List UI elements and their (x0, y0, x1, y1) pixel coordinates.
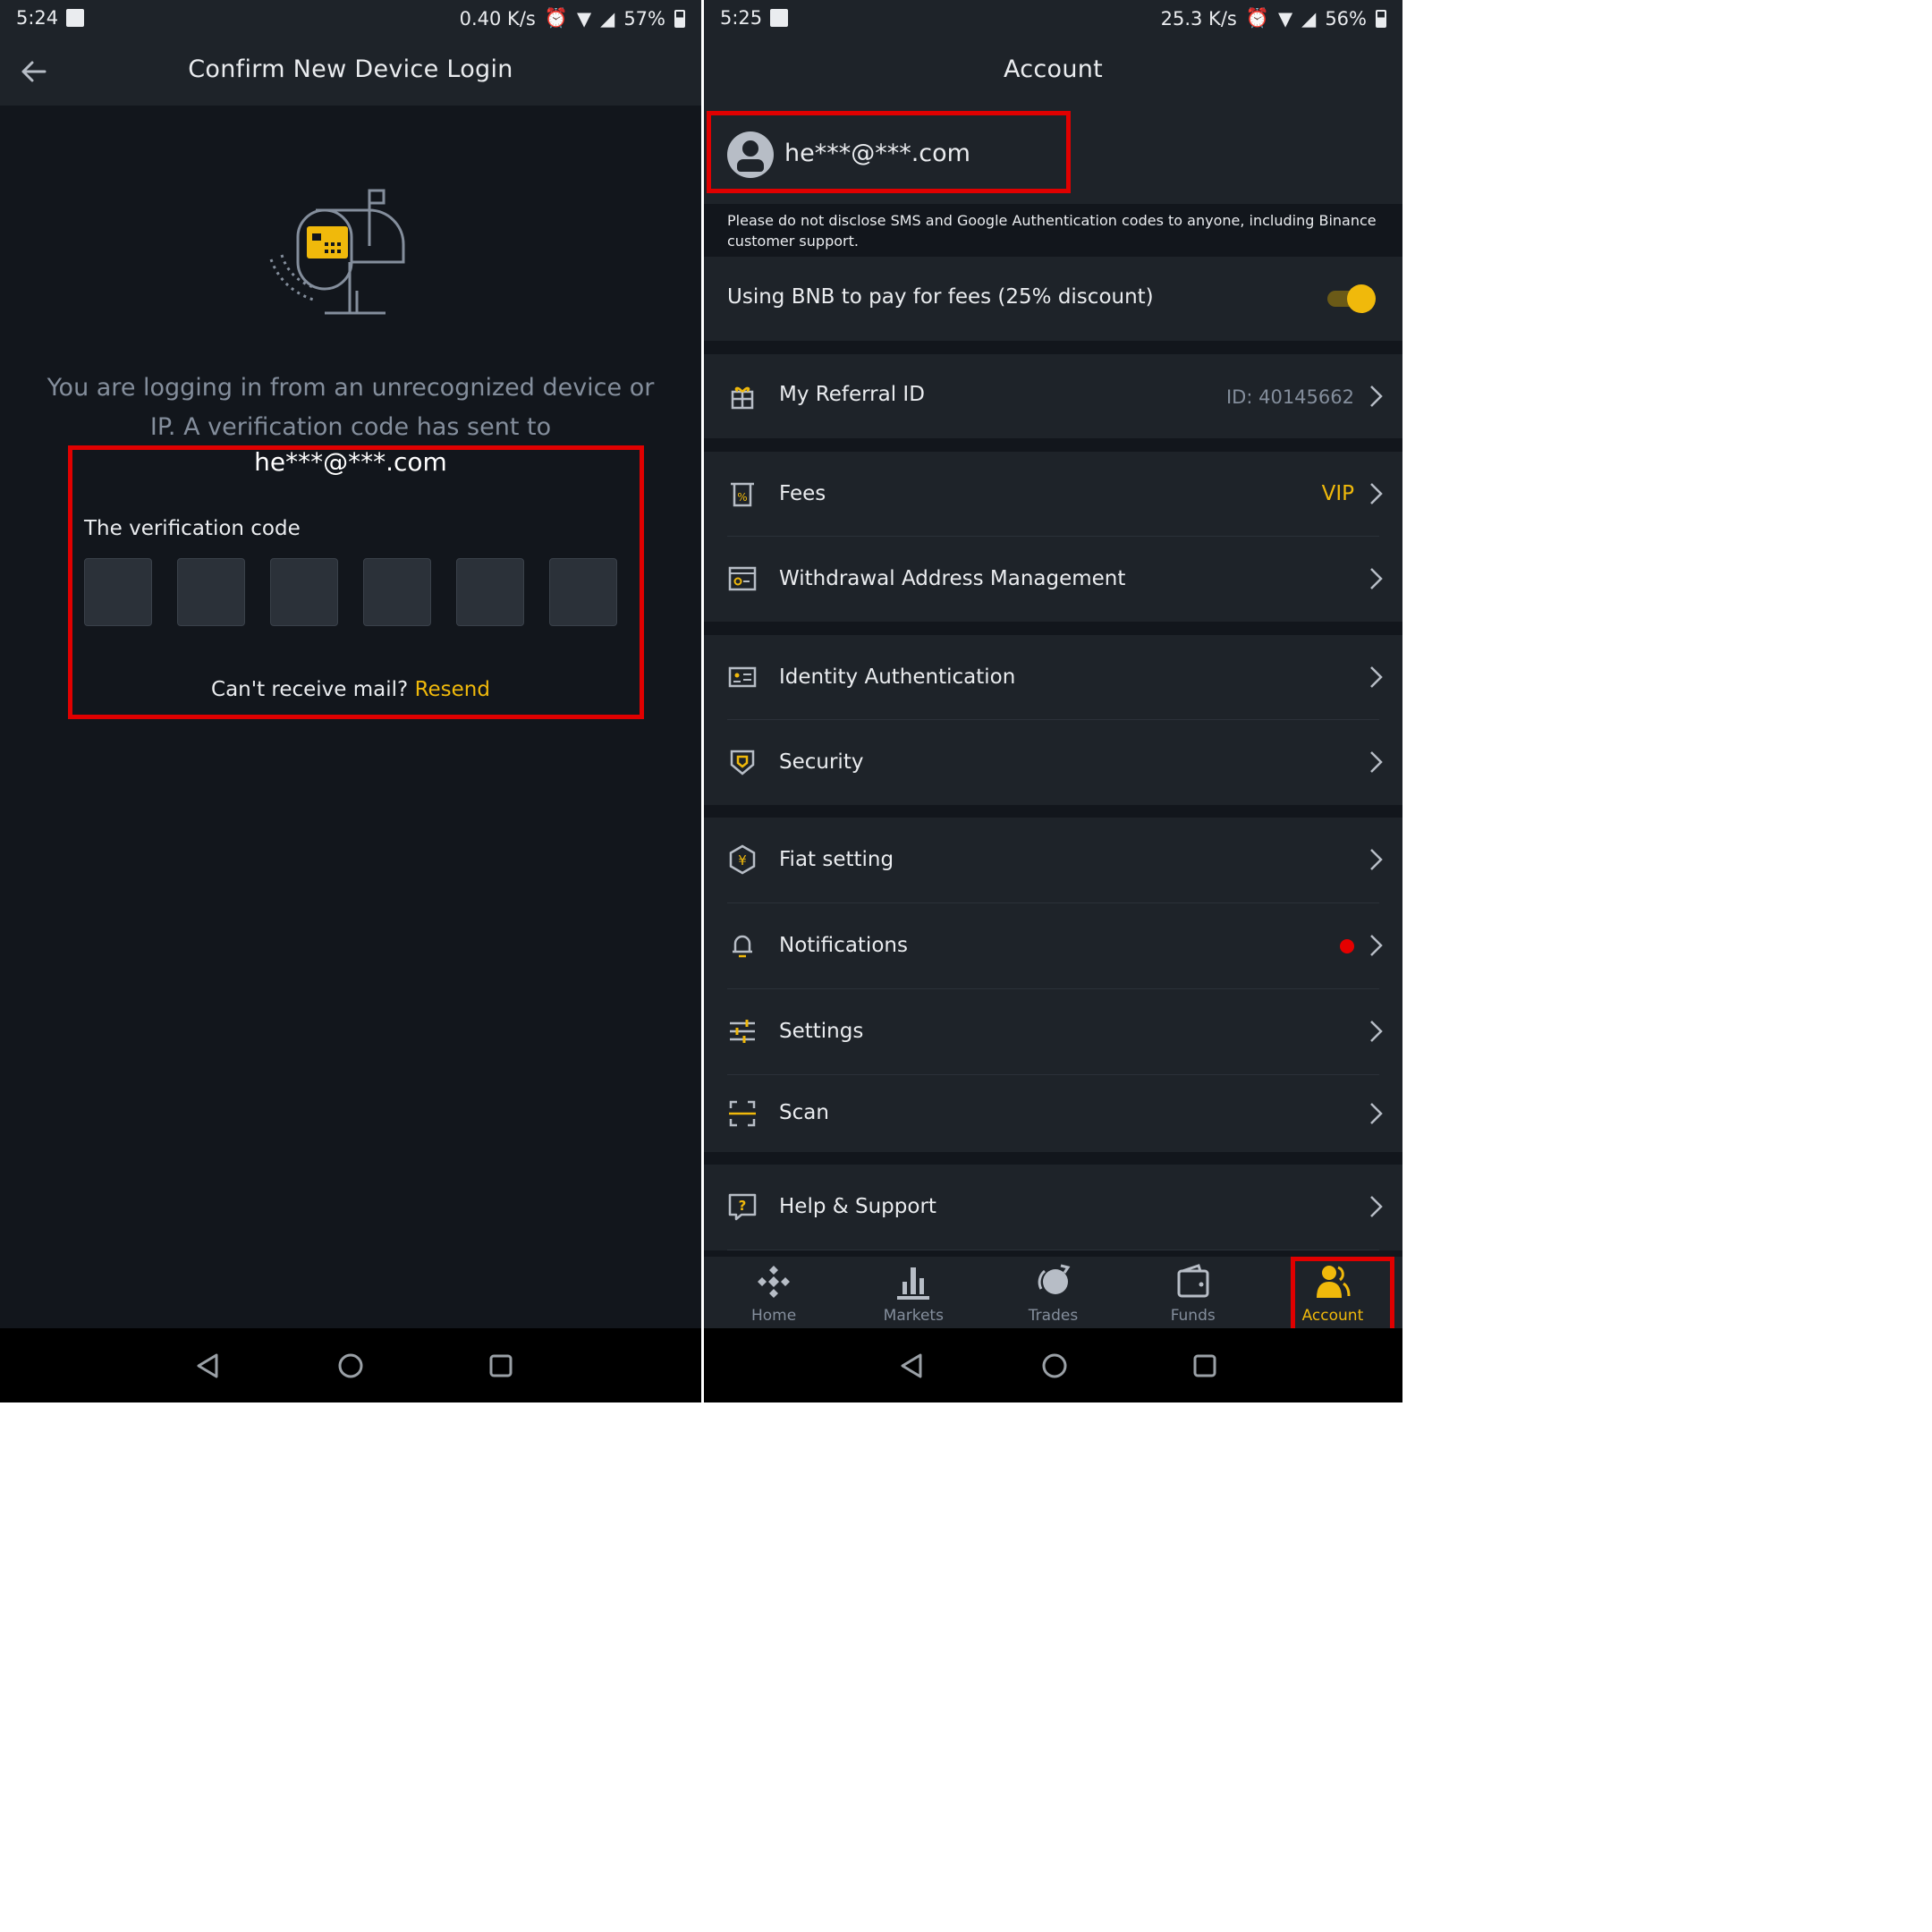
chevron-right-icon (1370, 1103, 1383, 1124)
alarm-icon: ⏰ (1245, 7, 1269, 29)
page-title: Confirm New Device Login (188, 55, 513, 83)
tab-label: Trades (1028, 1307, 1079, 1325)
chevron-right-icon (1370, 666, 1383, 688)
gallery-notification-icon (66, 9, 84, 27)
page-title: Account (1003, 55, 1104, 83)
menu-label: Help & Support (779, 1195, 936, 1218)
signal-icon: ◢ (1301, 7, 1317, 30)
menu-label: My Referral ID (779, 383, 925, 406)
shield-icon (730, 750, 755, 775)
tab-label: Home (751, 1307, 797, 1325)
battery-percent: 56% (1325, 7, 1367, 30)
bnb-fee-label: Using BNB to pay for fees (25% discount) (727, 285, 1154, 309)
home-icon (758, 1266, 791, 1298)
battery-icon (1376, 9, 1386, 28)
chevron-right-icon (1370, 483, 1383, 504)
referral-id-value: ID: 40145662 (1225, 386, 1354, 408)
security-warning: Please do not disclose SMS and Google Au… (704, 204, 1402, 257)
yen-hexagon-icon: ¥ (729, 844, 756, 875)
tab-trades[interactable]: Trades (983, 1257, 1123, 1328)
status-time: 5:25 (720, 7, 763, 29)
menu-item-fees[interactable]: % Fees VIP (704, 452, 1402, 537)
chevron-right-icon (1370, 751, 1383, 773)
app-header: Account (704, 36, 1402, 106)
nav-home-icon[interactable] (1038, 1350, 1071, 1382)
nav-back-icon[interactable] (895, 1350, 928, 1382)
chevron-right-icon (1370, 935, 1383, 956)
trades-icon (1038, 1264, 1070, 1294)
help-icon: ? (728, 1193, 757, 1221)
menu-item-security[interactable]: Security (704, 720, 1402, 805)
menu-item-fiat[interactable]: ¥ Fiat setting (704, 818, 1402, 903)
tab-label: Funds (1170, 1307, 1216, 1325)
confirm-login-screen: 5:24 0.40 K/s ⏰ ▼ ◢ 57% Confirm New Devi… (0, 0, 701, 1402)
highlight-box (707, 111, 1071, 193)
alarm-icon: ⏰ (544, 7, 568, 29)
menu-label: Scan (779, 1101, 829, 1124)
chevron-right-icon (1370, 568, 1383, 589)
unread-dot (1340, 939, 1354, 953)
menu-item-withdrawal-address[interactable]: Withdrawal Address Management (704, 537, 1402, 622)
chevron-right-icon (1370, 849, 1383, 870)
menu-item-settings[interactable]: Settings (704, 989, 1402, 1075)
signal-icon: ◢ (600, 7, 615, 30)
svg-text:%: % (737, 491, 747, 504)
highlight-box (1291, 1257, 1394, 1337)
nav-recents-icon[interactable] (1189, 1350, 1221, 1382)
id-card-icon (728, 666, 757, 688)
bnb-fee-toggle[interactable] (1327, 284, 1376, 313)
menu-label: Fees (779, 482, 826, 505)
menu-label: Security (779, 750, 864, 774)
menu-label: Identity Authentication (779, 665, 1016, 689)
menu-item-referral[interactable]: My Referral ID ID: 40145662 (704, 354, 1402, 438)
nav-back-icon[interactable] (191, 1350, 224, 1382)
unrecognized-device-message: You are logging in from an unrecognized … (47, 374, 655, 441)
address-book-icon (728, 566, 757, 591)
system-nav-bar (704, 1328, 1402, 1402)
menu-label: Settings (779, 1020, 864, 1043)
menu-item-notifications[interactable]: Notifications (704, 903, 1402, 989)
mailbox-icon (269, 189, 405, 315)
wifi-icon: ▼ (577, 7, 592, 30)
menu-item-help[interactable]: ? Help & Support (704, 1165, 1402, 1250)
chevron-right-icon (1370, 1021, 1383, 1042)
menu-label: Notifications (779, 934, 908, 957)
gift-icon (731, 386, 754, 410)
chevron-right-icon (1370, 386, 1383, 407)
menu-item-scan[interactable]: Scan (704, 1075, 1402, 1152)
tab-label: Markets (883, 1307, 944, 1325)
menu-label: Fiat setting (779, 848, 894, 871)
tab-funds[interactable]: Funds (1123, 1257, 1263, 1328)
fees-vip-badge: VIP (1321, 482, 1354, 505)
status-bar: 5:24 0.40 K/s ⏰ ▼ ◢ 57% (0, 0, 701, 36)
markets-icon (897, 1267, 930, 1300)
sliders-icon (730, 1020, 755, 1043)
chevron-right-icon (1370, 1196, 1383, 1217)
gallery-notification-icon (770, 9, 788, 27)
fee-ticket-icon: % (731, 482, 754, 507)
highlight-box (68, 445, 644, 719)
bell-icon (733, 935, 752, 958)
tab-home[interactable]: Home (704, 1257, 843, 1328)
menu-label: Withdrawal Address Management (779, 567, 1126, 590)
nav-home-icon[interactable] (335, 1350, 367, 1382)
scan-icon (729, 1100, 756, 1127)
svg-text:?: ? (739, 1198, 747, 1214)
wifi-icon: ▼ (1278, 7, 1293, 30)
battery-percent: 57% (623, 7, 665, 30)
wallet-icon (1177, 1264, 1209, 1298)
menu-item-identity[interactable]: Identity Authentication (704, 635, 1402, 720)
svg-text:¥: ¥ (738, 852, 747, 869)
status-time: 5:24 (16, 7, 59, 29)
network-speed: 0.40 K/s (459, 7, 536, 30)
network-speed: 25.3 K/s (1160, 7, 1237, 30)
battery-icon (674, 9, 685, 28)
nav-recents-icon[interactable] (485, 1350, 517, 1382)
tab-markets[interactable]: Markets (843, 1257, 983, 1328)
status-bar: 5:25 25.3 K/s ⏰ ▼ ◢ 56% (704, 0, 1402, 36)
system-nav-bar (0, 1328, 701, 1402)
app-header: Confirm New Device Login (0, 36, 701, 106)
account-screen: 5:25 25.3 K/s ⏰ ▼ ◢ 56% Account he***@**… (704, 0, 1402, 1402)
bnb-fee-row: Using BNB to pay for fees (25% discount) (704, 257, 1402, 341)
